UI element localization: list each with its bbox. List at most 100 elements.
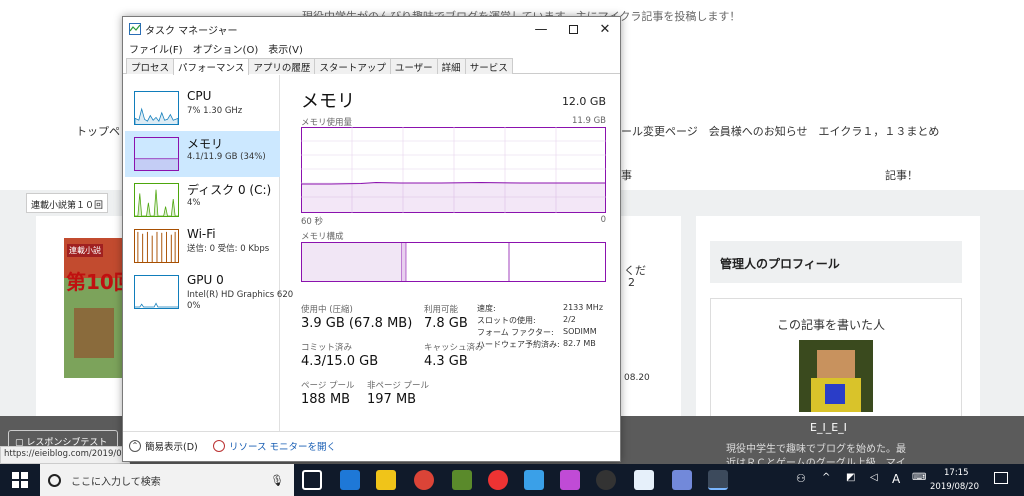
tab-details[interactable]: 詳細 (436, 58, 466, 74)
task-manager-window[interactable]: タスク マネージャー — ✕ ファイル(F) オプション(O) 表示(V) プロ… (122, 16, 621, 462)
minimize-button[interactable]: — (525, 17, 557, 41)
taskbar-search[interactable]: ここに入力して検索 🎙 (40, 464, 294, 496)
post-list (621, 216, 681, 416)
fewer-details-label: 簡易表示(D) (145, 442, 198, 453)
task-manager-taskbar-icon[interactable] (708, 470, 728, 490)
edge-icon[interactable] (340, 470, 360, 490)
hw-reserved-label: ハードウェア予約済み: (477, 340, 560, 349)
sidebar-memory-sub: 4.1/11.9 GB (34%) (187, 152, 266, 162)
wifi-sparkline (134, 229, 179, 263)
menu-file[interactable]: ファイル(F) (129, 41, 183, 57)
slots-label: スロットの使用: (477, 316, 536, 325)
ime-indicator[interactable]: A (892, 472, 900, 486)
sidebar-cpu-sub: 7% 1.30 GHz (187, 106, 243, 116)
cached-label: キャッシュ済み (424, 343, 484, 353)
search-icon (48, 473, 61, 487)
action-center-icon[interactable] (994, 472, 1008, 484)
sidebar-gpu-usage: 0% (187, 301, 201, 311)
form-factor-label: フォーム ファクター: (477, 328, 554, 337)
nonpaged-pool-value: 197 MB (367, 392, 417, 407)
file-explorer-icon[interactable] (376, 470, 396, 490)
maximize-button[interactable] (557, 17, 589, 41)
available-label: 利用可能 (424, 305, 459, 315)
window-title: タスク マネージャー (145, 26, 238, 37)
committed-label: コミット済み (301, 343, 353, 353)
sidebar-wifi-sub: 送信: 0 受信: 0 Kbps (187, 244, 270, 254)
profile-author-label: この記事を書いた人 (777, 318, 886, 332)
keyboard-icon[interactable]: ⌨ (912, 472, 926, 483)
profile-name[interactable]: E_I_E_I (810, 421, 847, 434)
sidebar-gpu-title: GPU 0 (187, 273, 224, 287)
tab-performance[interactable]: パフォーマンス (173, 58, 250, 75)
clock-time[interactable]: 17:15 (944, 468, 969, 478)
chrome-icon[interactable] (414, 470, 434, 490)
tab-app-history[interactable]: アプリの履歴 (248, 58, 316, 74)
post-thumbnail[interactable]: 連載小説 第10回 (64, 238, 134, 378)
sidebar-item-memory[interactable]: メモリ 4.1/11.9 GB (34%) (125, 131, 280, 177)
minimize-icon: — (534, 21, 548, 37)
tab-services[interactable]: サービス (464, 58, 513, 74)
menu-options[interactable]: オプション(O) (193, 41, 259, 57)
speed-label: 速度: (477, 304, 496, 313)
clock-date[interactable]: 2019/08/20 (930, 482, 979, 492)
blog-nav-row2-b[interactable]: 記事！ (885, 167, 918, 183)
blog-nav-row2-a[interactable]: 事 (621, 167, 632, 183)
resource-monitor-link[interactable]: リソース モニターを開く (213, 439, 336, 453)
sidebar-item-cpu[interactable]: CPU 7% 1.30 GHz (125, 85, 280, 131)
blog-nav-left[interactable]: トップペ (76, 123, 120, 139)
in-use-label: 使用中 (圧縮) (301, 305, 353, 315)
composition-in-use (302, 243, 402, 281)
start-button[interactable] (12, 472, 28, 488)
close-button[interactable]: ✕ (589, 17, 621, 41)
tab-processes[interactable]: プロセス (126, 58, 175, 74)
gpu-sparkline (134, 275, 179, 309)
in-use-value: 3.9 GB (67.8 MB) (301, 316, 413, 331)
avatar (799, 340, 873, 412)
composition-label: メモリ構成 (301, 232, 344, 242)
app-icon-red[interactable] (488, 470, 508, 490)
tab-startup[interactable]: スタートアップ (314, 58, 391, 74)
task-view-icon[interactable] (302, 470, 322, 490)
sidebar-item-disk[interactable]: ディスク 0 (C:) 4% (125, 177, 280, 223)
form-factor-value: SODIMM (563, 327, 597, 336)
network-icon[interactable]: ◩ (846, 472, 855, 483)
memory-heading: メモリ (301, 91, 355, 112)
menu-view[interactable]: 表示(V) (268, 41, 303, 57)
sidebar-disk-title: ディスク 0 (C:) (187, 183, 272, 197)
blog-nav-right[interactable]: ール変更ページ 会員様へのお知らせ エイクラ１，１３まとめ (621, 123, 939, 139)
minecraft-icon[interactable] (452, 470, 472, 490)
cached-value: 4.3 GB (424, 354, 468, 369)
memory-usage-chart (301, 127, 606, 213)
available-value: 7.8 GB (424, 316, 468, 331)
memory-composition-bar (301, 242, 606, 282)
chevron-up-tray-icon[interactable]: ^ (822, 472, 830, 483)
paged-pool-label: ページ プール (301, 381, 355, 391)
app-icon-blue[interactable] (524, 470, 544, 490)
memory-sparkline (134, 137, 179, 171)
memory-detail-pane: メモリ 12.0 GB メモリ使用量 11.9 GB 60 秒 0 メモリ構成 … (301, 87, 606, 427)
sidebar-item-wifi[interactable]: Wi-Fi 送信: 0 受信: 0 Kbps (125, 223, 280, 269)
microphone-icon[interactable]: 🎙 (270, 474, 284, 487)
title-bar[interactable]: タスク マネージャー — ✕ (123, 17, 620, 41)
composition-modified (402, 243, 406, 281)
tab-bar: プロセス パフォーマンス アプリの履歴 スタートアップ ユーザー 詳細 サービス (123, 58, 620, 75)
usage-chart-max: 11.9 GB (571, 116, 606, 126)
people-icon[interactable]: ⚇ (796, 472, 806, 485)
app-icon-window[interactable] (634, 470, 654, 490)
usage-area (301, 182, 606, 213)
cpu-sparkline (134, 91, 179, 125)
memory-total: 12.0 GB (561, 95, 606, 108)
breadcrumb[interactable]: 連載小説第１０回 (26, 193, 108, 213)
sidebar-item-gpu[interactable]: GPU 0 Intel(R) HD Graphics 620 0% (125, 269, 293, 315)
chart-axis-right: 0 (600, 215, 606, 225)
volume-icon[interactable]: ◁ (870, 472, 878, 483)
app-icon-landscape[interactable] (596, 470, 616, 490)
chart-axis-left: 60 秒 (301, 217, 324, 227)
app-icon-purple[interactable] (560, 470, 580, 490)
profile-header: 管理人のプロフィール (710, 241, 962, 283)
fewer-details-button[interactable]: ⌃ 簡易表示(D) (129, 439, 198, 453)
discord-icon[interactable] (672, 470, 692, 490)
menu-bar: ファイル(F) オプション(O) 表示(V) (123, 41, 303, 57)
tab-users[interactable]: ユーザー (389, 58, 438, 74)
status-url: https://eieiblog.com/2019/08/ (0, 446, 130, 464)
